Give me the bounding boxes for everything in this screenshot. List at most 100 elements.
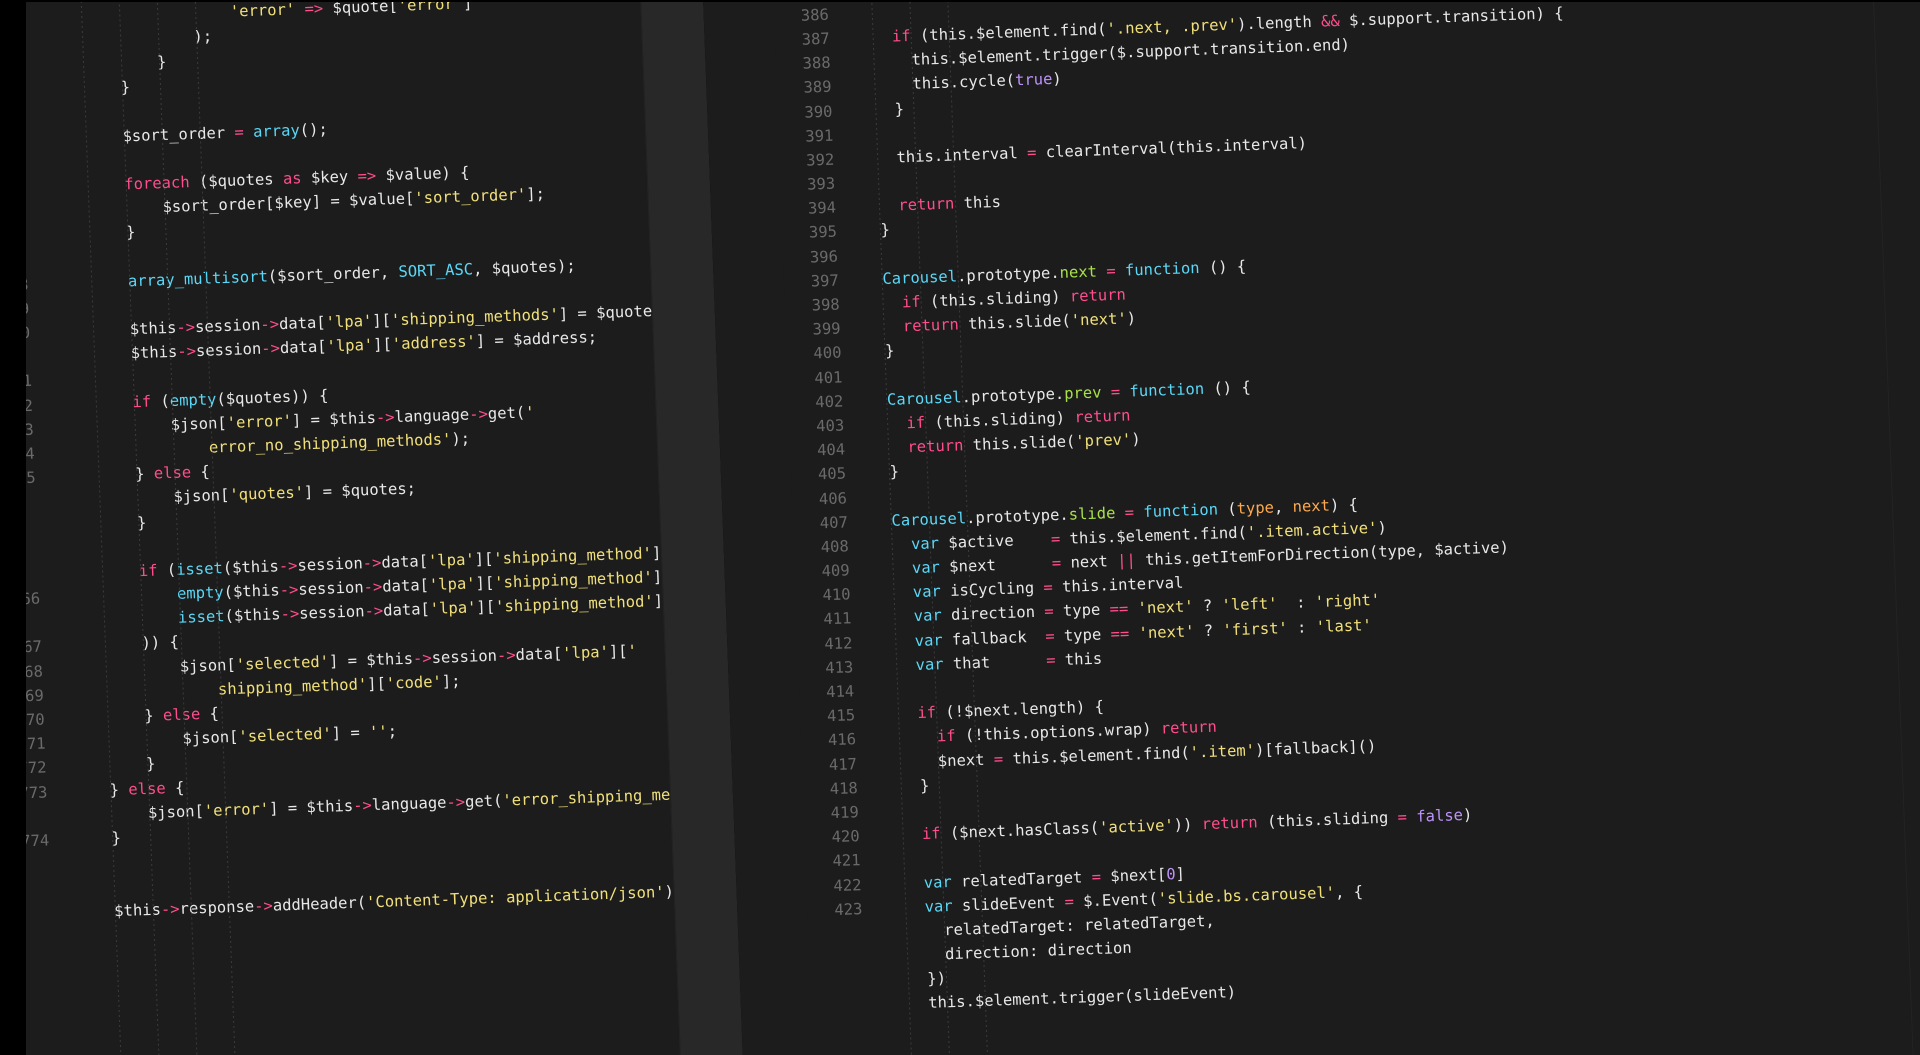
- code-token: $sort_order: [162, 194, 266, 217]
- code-token: }): [889, 969, 947, 990]
- code-token: ][: [474, 549, 494, 569]
- code-token: =: [224, 122, 254, 142]
- code-token: ): [1377, 518, 1388, 537]
- code-token: .interval): [1213, 134, 1308, 156]
- code-token: ] =: [331, 723, 370, 743]
- line-number: 417: [828, 754, 858, 774]
- code-token: {: [199, 704, 220, 724]
- code-token: return: [902, 315, 960, 336]
- code-content-javascript[interactable]: e || (this.paused = true) if (this.$elem…: [835, 0, 1913, 1055]
- line-number: 416: [827, 730, 857, 750]
- line-number: 407: [819, 513, 849, 533]
- code-token: :: [1287, 617, 1317, 637]
- code-token: return: [897, 194, 955, 215]
- code-token: (: [910, 26, 930, 45]
- code-token: ][: [608, 641, 628, 661]
- code-token: var: [924, 896, 953, 916]
- line-number: 403: [815, 416, 845, 436]
- code-token: this: [912, 73, 951, 94]
- code-token: clearInterval: [1045, 138, 1168, 162]
- code-token: ?: [1194, 621, 1223, 641]
- line-number: 398: [811, 295, 841, 315]
- code-token: empty: [169, 389, 217, 410]
- code-token: $next[: [1100, 865, 1167, 886]
- code-token: 'shipping_method': [493, 568, 654, 592]
- code-token: if: [138, 561, 158, 581]
- code-token: if: [901, 292, 921, 312]
- code-token: $json: [173, 486, 221, 507]
- code-token: $element: [1058, 745, 1135, 766]
- code-token: 'address': [391, 332, 477, 354]
- code-token: session: [431, 646, 498, 667]
- line-number: 399: [812, 319, 841, 339]
- code-token: this: [983, 724, 1022, 745]
- code-token: .interval: [933, 143, 1028, 166]
- code-token: return: [1160, 718, 1218, 738]
- line-number: 392: [805, 150, 835, 170]
- code-token: function: [1143, 500, 1219, 521]
- code-token: Carousel: [882, 267, 958, 288]
- code-token: (: [924, 412, 945, 432]
- code-content-php[interactable]: 'error' => $quote['error'] ); } } $sort_…: [26, 0, 682, 1055]
- code-token: 'next': [1138, 622, 1195, 642]
- code-token: ][: [366, 674, 387, 694]
- code-token: $next: [939, 554, 1053, 577]
- code-token: 'error': [203, 799, 270, 820]
- code-token: $this: [231, 557, 280, 577]
- code-token: =>: [294, 0, 333, 18]
- code-token: () {: [1203, 378, 1252, 398]
- code-token: 'code': [385, 672, 443, 693]
- code-token: }: [69, 706, 164, 728]
- code-token: Event: [1101, 889, 1149, 910]
- code-token: ->: [260, 339, 281, 358]
- code-token: 'shipping_method': [494, 592, 655, 617]
- code-token: shipping_method': [217, 675, 368, 699]
- code-token: ->: [253, 896, 274, 915]
- code-token: this: [1069, 528, 1108, 548]
- code-token: slide: [1068, 503, 1116, 524]
- code-token: );: [43, 27, 213, 51]
- code-token: this: [1144, 549, 1183, 570]
- code-token: next: [1292, 496, 1331, 516]
- editor-pane-php[interactable]: 7447457467477487497507517527537547557567…: [0, 0, 745, 1055]
- line-number: 395: [808, 223, 838, 242]
- code-token: $json: [179, 655, 227, 676]
- code-token: ->: [260, 315, 280, 334]
- line-number: 394: [807, 198, 837, 218]
- code-token: ->: [412, 648, 432, 668]
- code-token: var: [910, 534, 940, 554]
- code-token: this: [963, 193, 1002, 213]
- editor-pane-javascript[interactable]: 3823833843853863873883893903913923933943…: [699, 0, 1920, 1055]
- code-token: SORT_ASC: [398, 259, 474, 281]
- line-number: 389: [803, 77, 832, 97]
- code-token: ==: [1109, 600, 1129, 619]
- code-token: &&: [1320, 11, 1341, 31]
- code-token: this: [1061, 576, 1100, 597]
- code-token: 'next': [1137, 597, 1194, 618]
- code-token: ->: [468, 404, 489, 424]
- code-token: $this: [130, 342, 178, 363]
- code-token: $quotes: [340, 480, 407, 501]
- code-token: .find(: [1190, 523, 1248, 544]
- code-token: this: [928, 24, 967, 45]
- code-token: ] =: [291, 410, 330, 430]
- code-token: 'last': [1315, 615, 1373, 636]
- code-token: (: [150, 391, 171, 411]
- code-token: session: [297, 578, 364, 599]
- code-token: (: [920, 292, 940, 311]
- code-token: else: [153, 463, 192, 483]
- code-token: ][: [475, 573, 495, 593]
- line-number: 388: [802, 53, 831, 73]
